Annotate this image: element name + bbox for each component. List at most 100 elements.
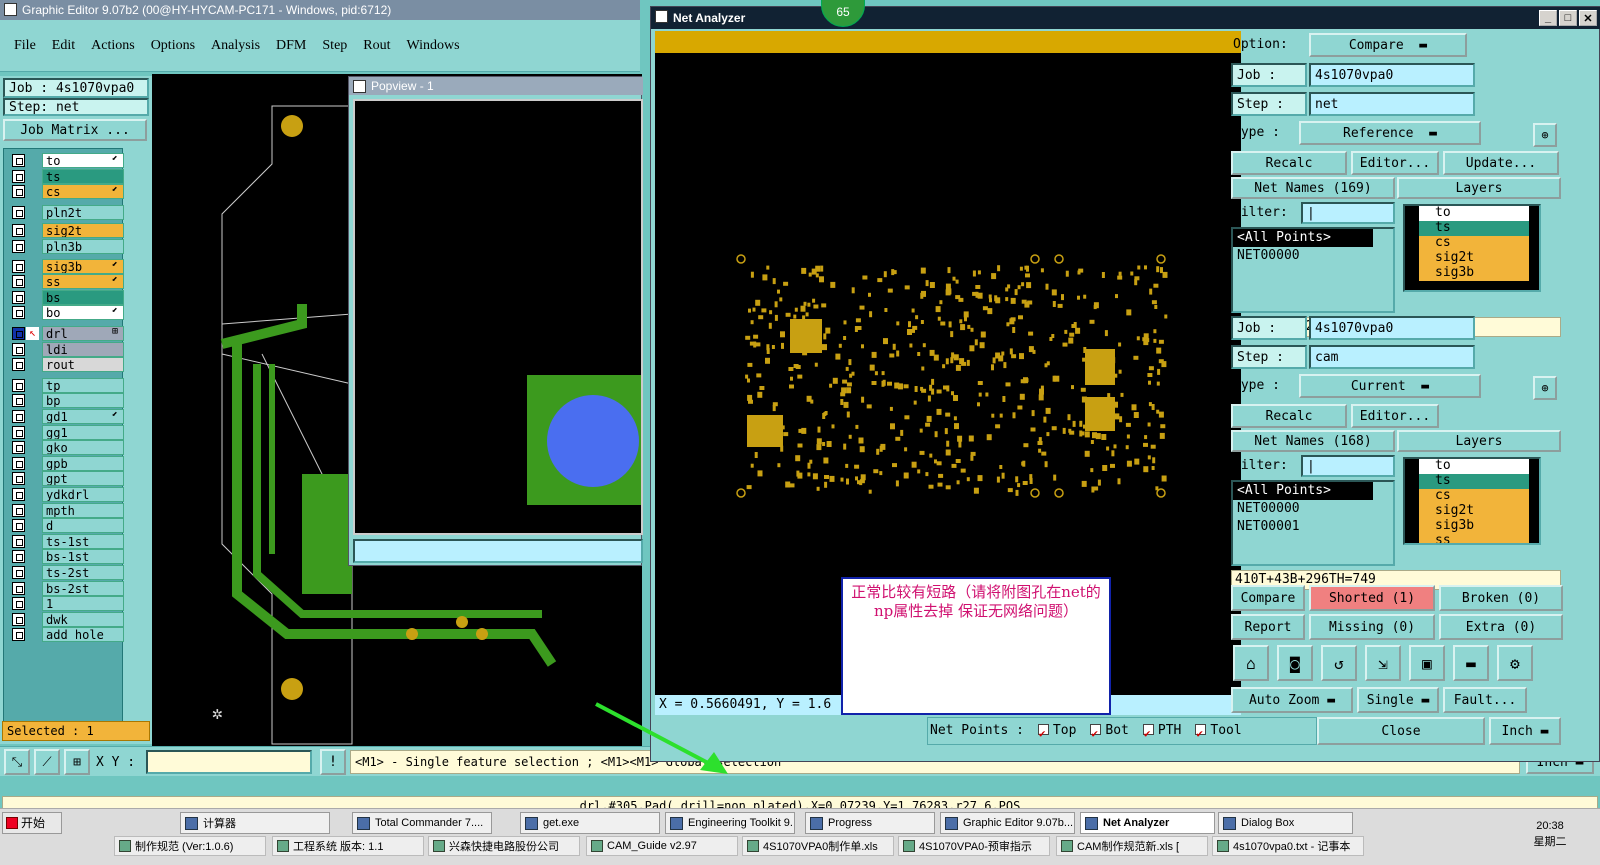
taskbar-item[interactable]: Total Commander 7.... [352,812,492,834]
layer-list-item[interactable]: cs [1419,489,1529,504]
layer-list-item[interactable]: sig3b [1419,519,1529,534]
menu-rout[interactable]: Rout [363,38,390,54]
layer-row-ydkdrl[interactable]: ydkdrl [4,487,154,502]
layer-row-mpth[interactable]: mpth [4,502,154,518]
layer-list-item[interactable]: ts [1419,221,1529,236]
layer-checkbox[interactable] [12,488,25,501]
layer-checkbox[interactable] [12,342,25,356]
cur-editor-button[interactable]: Editor... [1351,404,1439,428]
layer-checkbox[interactable] [12,306,25,320]
menu-analysis[interactable]: Analysis [211,38,260,54]
layer-row-ss[interactable]: ss ⬋ [4,274,154,290]
layer-list-item[interactable]: sig2t [1419,251,1529,266]
layer-checkbox[interactable] [12,519,25,533]
layer-checkbox[interactable] [12,154,25,167]
layer-list[interactable]: to ⬋ ts cs ⬋ pln2t sig2t pln3b sig3b ⬋ ss ⬋ bs bo ⬋ ↖ dr… [3,148,124,728]
layer-checkbox[interactable] [12,378,25,392]
menu-options[interactable]: Options [151,38,195,54]
ref-filter-input[interactable]: | [1301,202,1395,224]
menu-step[interactable]: Step [322,38,347,54]
zoom-area-icon[interactable]: ⤡ [4,749,30,775]
layer-row-pln2t[interactable]: pln2t [4,204,154,220]
layer-row-bp[interactable]: bp [4,393,154,409]
layer-checkbox[interactable] [12,327,25,340]
layer-row-ldi[interactable]: ldi [4,341,154,357]
popview-field[interactable] [353,539,643,563]
ref-editor-button[interactable]: Editor... [1351,151,1439,175]
cur-type-select[interactable]: Current ▬ [1299,374,1481,398]
layer-row-bs[interactable]: bs [4,289,154,305]
net-list-item[interactable]: NET00000 [1233,500,1373,518]
menu-file[interactable]: File [14,38,36,54]
layer-checkbox[interactable] [12,205,25,219]
layer-checkbox[interactable] [12,566,25,579]
layer-row-dwk[interactable]: dwk [4,611,154,627]
layer-row-drl[interactable]: ↖ drl ⊞ [4,326,154,341]
layer-checkbox[interactable] [12,472,25,486]
ref-recalc-button[interactable]: Recalc [1231,151,1347,175]
layer-row-bs-1st[interactable]: bs-1st [4,549,154,565]
layer-row-gpb[interactable]: gpb [4,455,154,471]
ref-net-names-header[interactable]: Net Names (169) [1231,177,1395,199]
taskbar-item[interactable]: 兴森快捷电路股份公司 [428,836,580,856]
info-icon[interactable]: ! [320,749,346,775]
net-list-item[interactable]: <All Points> [1233,229,1373,247]
taskbar-item[interactable]: Engineering Toolkit 9... [665,812,795,834]
close-window-button[interactable]: ✕ [1579,10,1597,26]
layer-row-bo[interactable]: bo ⬋ [4,305,154,321]
layer-row-ts-2st[interactable]: ts-2st [4,565,154,580]
layer-row-add_hole[interactable]: add_hole [4,627,154,643]
layer-checkbox[interactable] [12,581,25,595]
taskbar-item[interactable]: Graphic Editor 9.07b... [940,812,1075,834]
taskbar-item[interactable]: 4s1070vpa0.txt - 记事本 [1212,836,1364,856]
taskbar-item[interactable]: get.exe [520,812,660,834]
layer-checkbox[interactable] [12,534,25,548]
layer-list-item[interactable]: ts [1419,474,1529,489]
bot-checkbox[interactable]: Bot [1090,718,1129,747]
layer-list-item[interactable]: sig3b [1419,266,1529,281]
layer-checkbox[interactable] [12,628,25,642]
menu-dfm[interactable]: DFM [276,38,306,54]
extra-button[interactable]: Extra (0) [1439,614,1563,640]
net-list-item[interactable]: NET00000 [1233,247,1373,265]
single-select[interactable]: Single ▬ [1357,687,1439,713]
layer-row-gg1[interactable]: gg1 [4,424,154,440]
layer-checkbox[interactable] [12,410,25,423]
start-button[interactable]: 开始 [2,812,62,834]
home-icon[interactable]: ⌂ [1233,645,1269,681]
net-units-select[interactable]: Inch ▬ [1489,717,1561,745]
layer-checkbox[interactable] [12,456,25,470]
taskbar-item[interactable]: 4S1070VPA0制作单.xls [742,836,894,856]
taskbar-item[interactable]: 工程系统 版本: 1.1 [272,836,424,856]
layer-list-item[interactable]: ss [1419,534,1529,543]
ruler-icon[interactable]: ▬ [1453,645,1489,681]
layer-row-d[interactable]: d [4,518,154,534]
layer-row-gko[interactable]: gko [4,440,154,456]
taskbar-item[interactable]: CAM制作规范新.xls [ [1056,836,1208,856]
cur-filter-input[interactable]: | [1301,455,1395,477]
grid-icon[interactable]: ⊞ [64,749,90,775]
menu-edit[interactable]: Edit [52,38,75,54]
ref-zoom-icon[interactable]: ⊕ [1533,123,1557,147]
ref-type-select[interactable]: Reference ▬ [1299,121,1481,145]
layer-checkbox[interactable] [12,358,25,372]
taskbar-item[interactable]: Progress [805,812,935,834]
job-matrix-button[interactable]: Job Matrix ... [3,119,147,141]
layer-row-bs-2st[interactable]: bs-2st [4,580,154,596]
taskbar-item[interactable]: Dialog Box [1218,812,1353,834]
layer-list-item[interactable]: sig2t [1419,504,1529,519]
ref-job-field[interactable]: 4s1070vpa0 [1309,63,1475,87]
missing-button[interactable]: Missing (0) [1309,614,1435,640]
ref-layer-list[interactable]: to ts cs sig2t sig3b [1403,204,1541,292]
layer-row-ts[interactable]: ts [4,168,154,184]
net-list-item[interactable]: <All Points> [1233,482,1373,500]
layer-row-rout[interactable]: rout [4,357,154,373]
cur-job-field[interactable]: 4s1070vpa0 [1309,316,1475,340]
layer-row-gd1[interactable]: gd1 ⬋ [4,409,154,424]
fault-button[interactable]: Fault... [1443,687,1527,713]
camera-icon[interactable]: ◙ [1277,645,1313,681]
cur-layer-list[interactable]: to ts cs sig2t sig3b ss [1403,457,1541,545]
cur-net-names-header[interactable]: Net Names (168) [1231,430,1395,452]
option-select[interactable]: Compare ▬ [1309,33,1467,57]
layer-row-to[interactable]: to ⬋ [4,153,154,168]
